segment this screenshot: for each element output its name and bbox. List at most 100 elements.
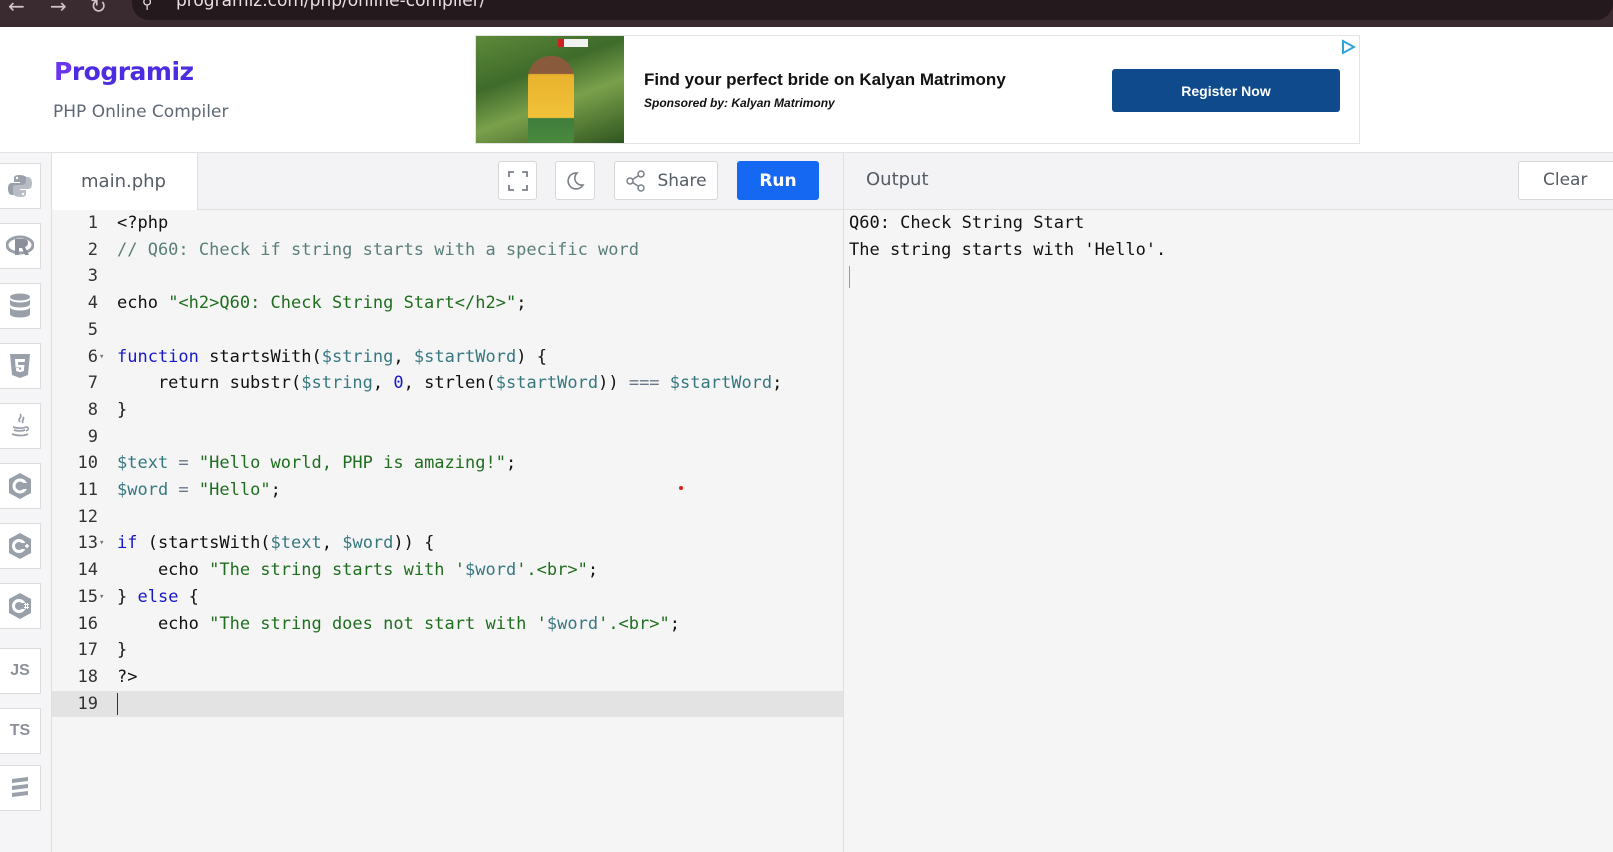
code-variable: $word [117, 480, 169, 500]
java-icon[interactable] [0, 403, 41, 449]
code-line[interactable]: 10 $text = "Hello world, PHP is amazing!"… [52, 450, 843, 477]
code-line-active[interactable]: 19 [52, 690, 843, 718]
code-keyword: else [137, 586, 179, 607]
ad-title[interactable]: Find your perfect bride on Kalyan Matrim… [644, 70, 1006, 90]
file-tab-main-php[interactable]: main.php [52, 153, 198, 210]
code-token: echo [117, 293, 169, 314]
code-line[interactable]: 7 return substr($string, 0, strlen($star… [52, 370, 843, 397]
code-text: if (startsWith($text, $word)) { [117, 530, 434, 557]
code-line[interactable]: 18 ?> [52, 664, 843, 691]
ts-icon[interactable]: TS [0, 708, 41, 754]
code-editor[interactable]: 1 <?php 2 // Q60: Check if string starts w… [52, 210, 843, 852]
site-settings-icon[interactable]: ⚲ [142, 0, 152, 12]
code-variable: $text [270, 533, 322, 554]
code-variable: $text [117, 453, 169, 474]
code-token: (startsWith( [137, 533, 271, 554]
c-icon[interactable] [0, 463, 41, 509]
line-number: 18 [77, 666, 98, 687]
code-string: "<h2>Q60: Check String Start</h2>" [168, 293, 517, 314]
code-variable: $word [342, 533, 394, 554]
csharp-icon[interactable] [0, 583, 41, 629]
js-icon[interactable]: JS [0, 648, 41, 694]
url-text[interactable]: programiz.com/php/online-compiler/ [176, 0, 485, 11]
advertisement[interactable]: Find your perfect bride on Kalyan Matrim… [475, 35, 1360, 144]
code-number: 0 [393, 373, 404, 394]
code-text: echo "The string does not start with '$w… [117, 611, 680, 638]
programiz-logo[interactable]: Programiz [54, 57, 194, 86]
logo-mark: P [54, 57, 72, 86]
html5-icon[interactable] [0, 343, 41, 389]
code-line[interactable]: 15 ▾} else { [52, 584, 843, 611]
python-icon[interactable] [0, 163, 41, 209]
code-token: )) [598, 373, 629, 394]
code-line[interactable]: 5 [52, 317, 843, 344]
cpp-icon[interactable] [0, 523, 41, 569]
code-line[interactable]: 6 ▾ function startsWith($string, $startWor… [52, 344, 843, 371]
browser-bar: ← → ↻ ⚲ programiz.com/php/online-compile… [0, 0, 1613, 27]
code-line[interactable]: 12 [52, 504, 843, 531]
editor-toolbar: main.php Share Run [52, 153, 843, 210]
code-line[interactable]: 3 [52, 263, 843, 290]
fold-arrow-icon[interactable]: ▾ [99, 344, 104, 371]
line-number: 8 [87, 399, 98, 420]
code-line[interactable]: 17} [52, 637, 843, 664]
go-icon[interactable] [0, 765, 41, 811]
code-token: ; [587, 560, 599, 581]
share-label: Share [657, 170, 707, 191]
code-token: startsWith( [198, 346, 322, 367]
moon-icon [567, 171, 585, 190]
code-token: } [117, 640, 128, 661]
code-string: "The string does not start with ' [209, 613, 547, 634]
code-line[interactable]: 8} [52, 397, 843, 424]
code-token: , [393, 346, 414, 367]
code-line[interactable]: 4 echo "<h2>Q60: Check String Start</h2>"… [52, 290, 843, 317]
run-button[interactable]: Run [737, 161, 819, 200]
code-line[interactable]: 13 ▾ if (startsWith($text, $word)) { [52, 530, 843, 557]
output-console[interactable]: Q60: Check String Start The string start… [843, 210, 1613, 852]
code-variable: $startWord [413, 346, 517, 367]
ad-sponsor: Sponsored by: Kalyan Matrimony [644, 96, 835, 110]
code-line[interactable]: 14 echo "The string starts with '$word'.… [52, 557, 843, 584]
code-token: echo [117, 613, 210, 634]
page-subtitle: PHP Online Compiler [53, 102, 229, 122]
code-line[interactable]: 16 echo "The string does not start with … [52, 611, 843, 638]
code-operator: = [168, 480, 199, 500]
register-now-button[interactable]: Register Now [1112, 69, 1340, 112]
code-line[interactable]: 9 [52, 424, 843, 451]
fold-arrow-icon[interactable]: ▾ [99, 584, 104, 611]
code-string: '.<br>" [516, 560, 588, 581]
ad-image[interactable] [476, 36, 624, 143]
code-token: echo [117, 560, 210, 581]
forward-icon[interactable]: → [50, 0, 67, 18]
back-icon[interactable]: ← [8, 0, 25, 18]
code-keyword: function [117, 346, 199, 367]
code-variable: $string [321, 346, 394, 367]
share-button[interactable]: Share [614, 161, 718, 200]
code-variable: $word [546, 613, 599, 634]
code-line[interactable]: 1 <?php [52, 210, 843, 237]
fold-arrow-icon[interactable]: ▾ [99, 530, 104, 557]
output-line: The string starts with 'Hello'. [849, 239, 1167, 260]
code-variable: $string [301, 373, 373, 394]
sql-icon[interactable] [0, 283, 41, 329]
dark-mode-button[interactable] [555, 161, 595, 200]
code-string: "The string starts with ' [209, 560, 465, 581]
code-line[interactable]: 2 // Q60: Check if string starts with a s… [52, 237, 843, 264]
fullscreen-button[interactable] [498, 161, 537, 200]
reload-icon[interactable]: ↻ [90, 0, 107, 18]
code-line[interactable]: 11 $word = "Hello"; [52, 477, 843, 504]
code-token: )) { [393, 533, 435, 554]
ad-image-badge [558, 39, 588, 47]
code-string: "Hello" [198, 480, 271, 500]
clear-button[interactable]: Clear [1518, 161, 1613, 200]
output-title: Output [866, 169, 929, 190]
r-icon[interactable] [0, 223, 41, 269]
code-token: ; [516, 293, 527, 314]
code-text: } [117, 637, 127, 664]
code-text: echo "The string starts with '$word'.<br… [117, 557, 598, 584]
output-line: Q60: Check String Start [849, 213, 1085, 233]
line-number: 6 [87, 346, 98, 367]
ad-choices-icon[interactable] [1340, 39, 1356, 55]
code-operator: = [168, 453, 199, 474]
